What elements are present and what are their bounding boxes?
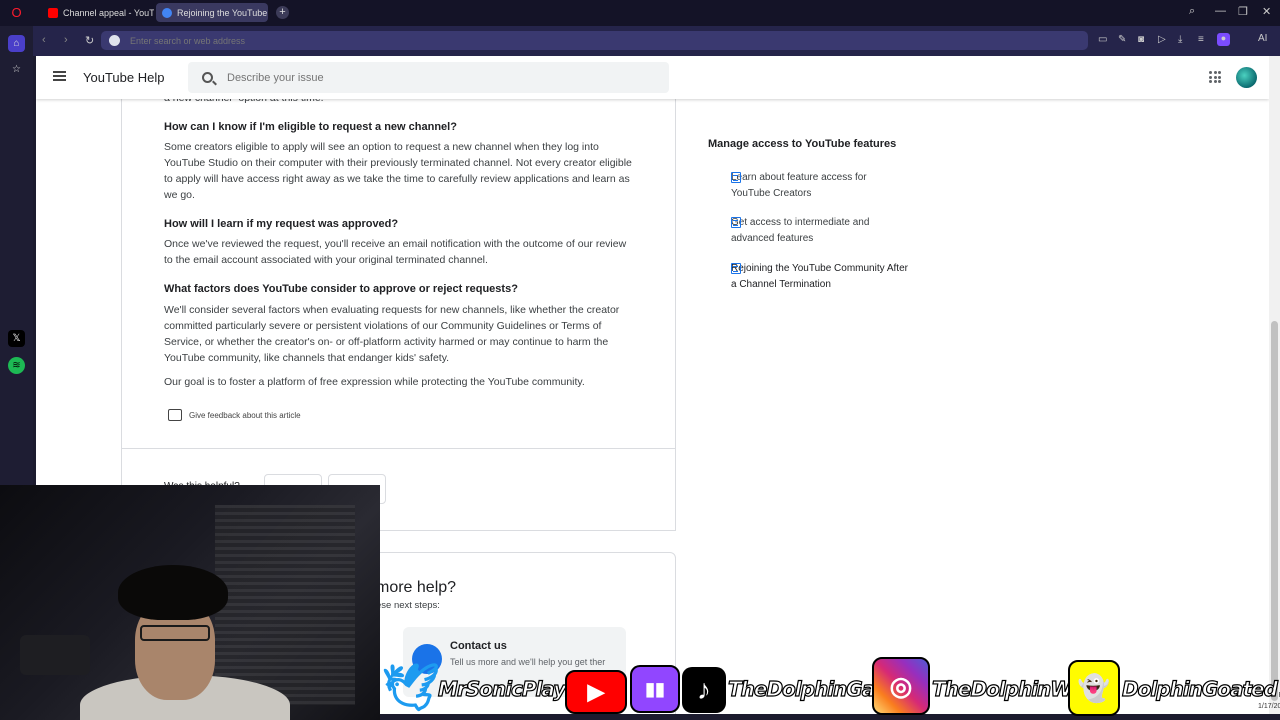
new-tab-button[interactable]: + xyxy=(276,6,289,19)
sidebar-title: Manage access to YouTube features xyxy=(708,138,897,150)
page-scrollbar[interactable] xyxy=(1269,56,1280,714)
scrollbar-thumb[interactable] xyxy=(1271,321,1278,701)
play-icon[interactable]: ▷ xyxy=(1158,34,1166,45)
need-help-subtitle: ese next steps: xyxy=(376,600,440,611)
hamburger-menu-icon[interactable] xyxy=(53,71,66,81)
tab-label: Channel appeal - YouTube xyxy=(63,7,154,18)
divider xyxy=(121,448,676,449)
webcam-overlay xyxy=(0,485,380,720)
maximize-icon[interactable]: ❐ xyxy=(1238,5,1248,18)
close-icon[interactable]: ✕ xyxy=(1262,5,1271,18)
home-icon[interactable]: ⌂ xyxy=(8,35,25,52)
section-heading: How will I learn if my request was appro… xyxy=(164,218,399,230)
need-help-title: more help? xyxy=(376,579,457,596)
reload-icon[interactable]: ↻ xyxy=(85,34,94,47)
account-avatar[interactable] xyxy=(1236,67,1257,88)
star-icon[interactable]: ☆ xyxy=(8,61,25,78)
sidebar-link-label: Get access to intermediate and advanced … xyxy=(731,217,870,244)
help-header: YouTube Help xyxy=(36,56,1269,99)
clock-date: 1/17/2026 xyxy=(1258,703,1280,710)
window-blinds xyxy=(215,505,355,705)
tab-channel-appeal[interactable]: Channel appeal - YouTube xyxy=(42,3,154,22)
search-input[interactable] xyxy=(227,71,647,84)
section-heading: What factors does YouTube consider to ap… xyxy=(164,283,518,295)
youtube-icon: ▶ xyxy=(565,670,627,714)
profile-icon[interactable]: ● xyxy=(1217,33,1230,46)
article-closing: Our goal is to foster a platform of free… xyxy=(164,376,585,388)
youtube-favicon-icon xyxy=(48,7,58,18)
search-icon xyxy=(202,72,213,83)
address-field[interactable] xyxy=(101,31,1088,50)
sidebar-link-rejoining[interactable]: Rejoining the YouTube Community After a … xyxy=(708,261,908,293)
brand-title[interactable]: YouTube Help xyxy=(83,70,164,85)
sidebar-link-label: Rejoining the YouTube Community After a … xyxy=(731,263,908,290)
minimize-icon[interactable]: — xyxy=(1215,5,1226,17)
section-heading: How can I know if I'm eligible to reques… xyxy=(164,121,457,133)
snapchat-handle: DolphinGoated xyxy=(1121,676,1278,701)
opera-logo-icon[interactable]: O xyxy=(8,4,25,21)
instagram-icon: ◎ xyxy=(872,657,930,715)
forward-icon[interactable]: › xyxy=(64,34,68,46)
sidebar-link-feature-access[interactable]: Learn about feature access for YouTube C… xyxy=(708,170,908,202)
sidebar-link-label: Learn about feature access for YouTube C… xyxy=(731,172,867,199)
clock-time: PM xyxy=(1258,690,1280,701)
edit-icon[interactable]: ✎ xyxy=(1118,34,1126,45)
ai-button[interactable]: AI xyxy=(1258,33,1267,44)
camera-icon[interactable]: ◙ xyxy=(1138,34,1144,45)
article-icon xyxy=(731,263,741,274)
article-icon xyxy=(731,217,741,228)
feedback-icon xyxy=(168,409,182,421)
back-icon[interactable]: ‹ xyxy=(42,34,46,46)
google-favicon-icon xyxy=(162,7,172,18)
url-input[interactable] xyxy=(130,35,1030,46)
google-apps-icon[interactable] xyxy=(1209,71,1221,83)
social-banner: 🕊 MrSonicPlayer ▶ ▮▮ ♪ TheDolphinGamez ◎… xyxy=(380,655,1280,720)
snapchat-icon: 👻 xyxy=(1068,660,1120,716)
section-body: We'll consider several factors when eval… xyxy=(164,304,620,364)
screen: O Channel appeal - YouTube Rejoining the… xyxy=(0,0,1280,720)
sidebar-link-intermediate-features[interactable]: Get access to intermediate and advanced … xyxy=(708,215,908,247)
menu-icon[interactable]: ≡ xyxy=(1198,34,1204,45)
system-clock: PM 1/17/2026 xyxy=(1258,690,1280,712)
download-icon[interactable]: ⤓ xyxy=(1178,34,1182,45)
person-hair xyxy=(118,565,228,620)
x-twitter-icon[interactable]: 𝕏 xyxy=(8,330,25,347)
tiktok-icon: ♪ xyxy=(682,667,726,713)
search-tabs-icon[interactable]: ⌕ xyxy=(1189,5,1195,18)
twitch-icon: ▮▮ xyxy=(630,665,680,713)
article-icon xyxy=(731,172,741,183)
help-search-bar[interactable] xyxy=(188,62,669,93)
feedback-label: Give feedback about this article xyxy=(189,410,301,420)
address-bar-row: ‹ › ↻ ▭ ✎ ◙ ▷ ⤓ ≡ ● AI xyxy=(33,26,1280,56)
section-body: Once we've reviewed the request, you'll … xyxy=(164,238,627,266)
section-body: Some creators eligible to apply will see… xyxy=(164,141,632,201)
microphone xyxy=(20,635,90,675)
twitter-bird-icon: 🕊 xyxy=(381,660,441,713)
spotify-icon[interactable]: ≋ xyxy=(8,357,25,374)
google-icon xyxy=(109,35,120,46)
contact-title: Contact us xyxy=(450,640,507,652)
tab-islands-icon[interactable]: ▭ xyxy=(1098,34,1107,45)
feedback-link[interactable]: Give feedback about this article xyxy=(168,409,301,421)
glasses xyxy=(140,625,210,641)
tab-label: Rejoining the YouTube Co xyxy=(177,7,268,18)
browser-tab-bar: O Channel appeal - YouTube Rejoining the… xyxy=(0,0,1280,26)
tab-rejoining[interactable]: Rejoining the YouTube Co xyxy=(156,3,268,22)
